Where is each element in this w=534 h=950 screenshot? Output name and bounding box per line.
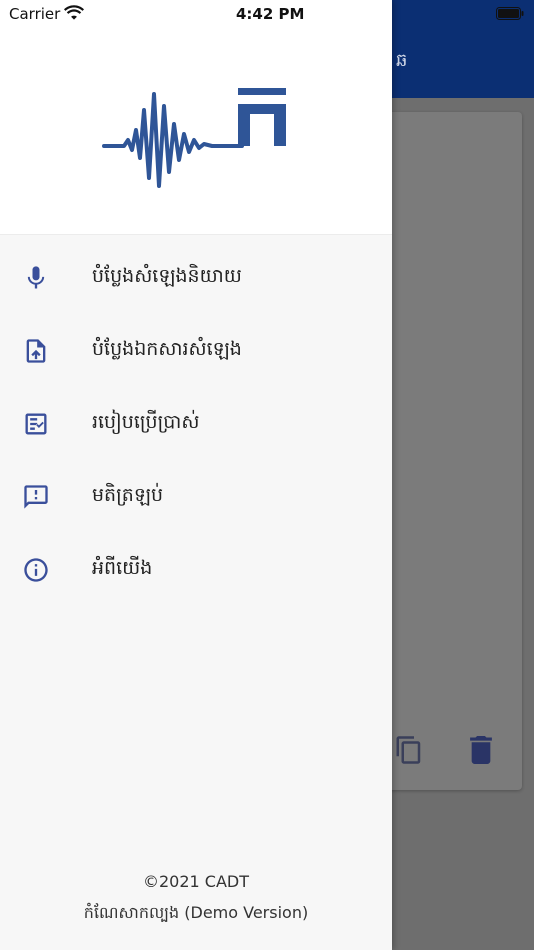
menu-item-feedback[interactable]: មតិត្រឡប់: [0, 459, 392, 532]
menu-item-about[interactable]: អំពីយើង: [0, 532, 392, 605]
menu-item-label: បំប្លែងឯកសារសំឡេង: [92, 338, 242, 360]
menu-item-label: មតិត្រឡប់: [92, 484, 164, 506]
status-bar: Carrier 4:42 PM: [0, 0, 534, 30]
checklist-icon: [25, 413, 47, 435]
microphone-icon: [27, 266, 45, 289]
battery-icon: [496, 7, 524, 20]
file-upload-icon: [26, 339, 46, 363]
drawer-menu: បំប្លែងសំឡេងនិយាយ បំប្លែងឯកសារសំឡេង របៀប…: [0, 240, 392, 605]
status-time: 4:42 PM: [236, 5, 305, 23]
menu-item-speech-to-text[interactable]: បំប្លែងសំឡេងនិយាយ: [0, 240, 392, 313]
app-header-title: ឆ: [396, 50, 408, 71]
wifi-icon: [64, 5, 84, 20]
version-text: កំណែសាកល្បង (Demo Version): [83, 903, 309, 922]
drawer-header: [0, 0, 392, 235]
menu-item-guide[interactable]: របៀបប្រើប្រាស់: [0, 386, 392, 459]
copyright-text: ©2021 CADT: [142, 872, 249, 891]
app-logo: [102, 88, 286, 188]
copy-icon[interactable]: [394, 734, 424, 766]
menu-item-label: របៀបប្រើប្រាស់: [92, 411, 200, 433]
delete-icon[interactable]: [470, 736, 492, 764]
info-icon: [24, 558, 48, 582]
menu-item-label: បំប្លែងសំឡេងនិយាយ: [92, 265, 242, 287]
feedback-icon: [24, 485, 48, 509]
carrier-label: Carrier: [9, 5, 61, 23]
navigation-drawer: បំប្លែងសំឡេងនិយាយ បំប្លែងឯកសារសំឡេង របៀប…: [0, 0, 392, 950]
transcript-card: [374, 112, 522, 790]
menu-item-audio-file[interactable]: បំប្លែងឯកសារសំឡេង: [0, 313, 392, 386]
drawer-footer: ©2021 CADT កំណែសាកល្បង (Demo Version): [0, 870, 392, 926]
menu-item-label: អំពីយើង: [92, 557, 153, 579]
